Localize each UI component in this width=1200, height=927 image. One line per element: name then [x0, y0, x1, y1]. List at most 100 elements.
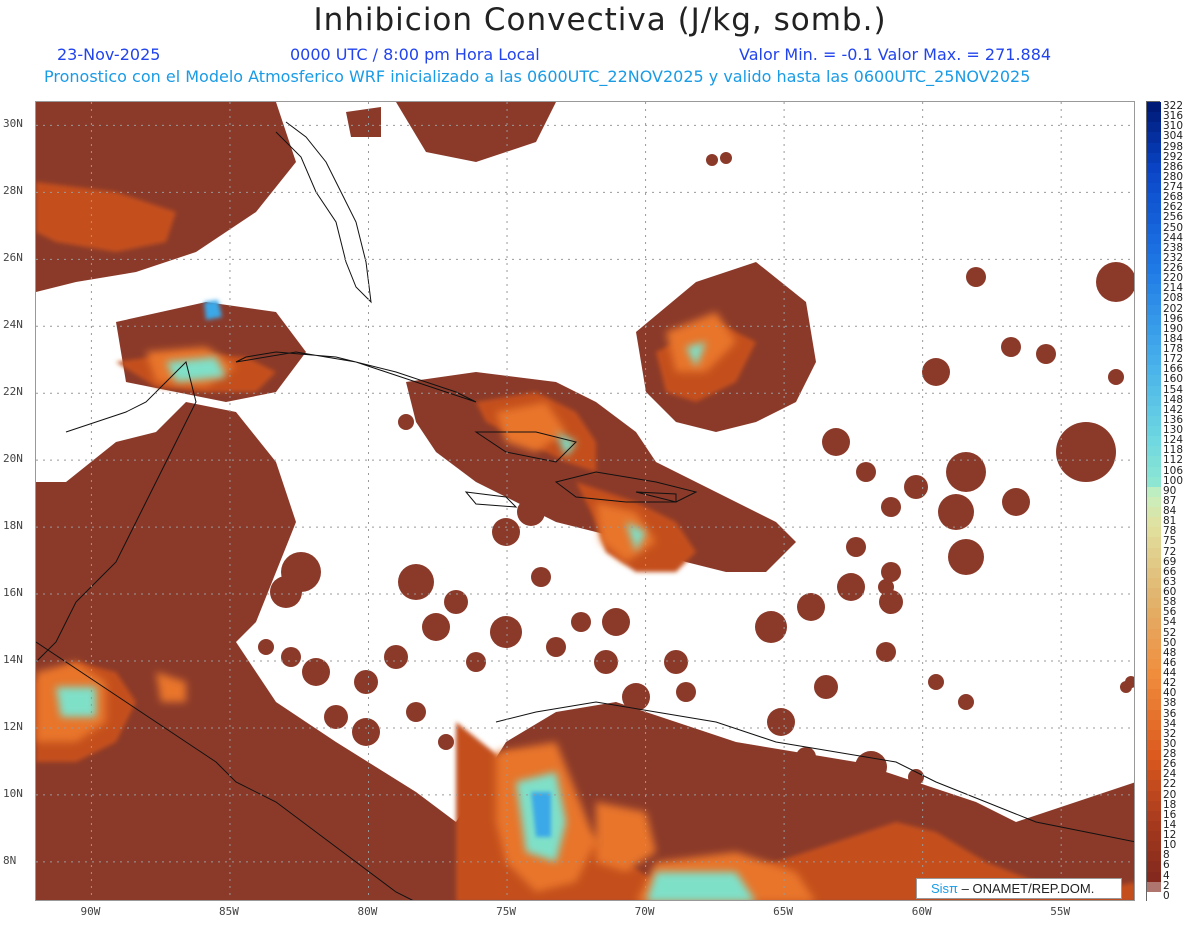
colorbar-swatch	[1147, 314, 1161, 326]
lon-tick-label: 65W	[773, 905, 794, 918]
credit-box: Sisπ – ONAMET/REP.DOM.	[916, 878, 1122, 899]
colorbar-swatch	[1147, 486, 1161, 498]
colorbar-label: 160	[1163, 373, 1184, 386]
colorbar-label: 112	[1163, 454, 1184, 467]
lat-tick-label: 14N	[3, 652, 23, 666]
colorbar-swatch	[1147, 496, 1161, 508]
lon-tick-label: 90W	[80, 905, 101, 918]
colorbar-swatch	[1147, 527, 1161, 538]
colorbar-swatch	[1147, 750, 1161, 761]
colorbar-swatch	[1147, 618, 1161, 630]
colorbar-swatch	[1147, 598, 1161, 609]
model-subtitle: Pronostico con el Modelo Atmosferico WRF…	[44, 67, 1031, 86]
colorbar-swatch	[1147, 102, 1161, 113]
colorbar-swatch	[1147, 132, 1161, 143]
colorbar-swatch	[1147, 264, 1161, 275]
colorbar-swatch	[1147, 436, 1161, 447]
value-range: Valor Min. = -0.1 Valor Max. = 271.884	[739, 45, 1052, 64]
lon-tick-label: 80W	[357, 905, 378, 918]
colorbar-swatch	[1147, 213, 1161, 225]
colorbar-swatch	[1147, 790, 1161, 802]
colorbar-swatch	[1147, 547, 1161, 559]
colorbar-swatch	[1147, 537, 1161, 549]
colorbar-swatch	[1147, 243, 1161, 255]
colorbar-label: 304	[1163, 130, 1184, 143]
colorbar-label: 0	[1163, 889, 1170, 902]
lat-tick-label: 12N	[3, 719, 23, 733]
colorbar-swatch	[1147, 841, 1161, 852]
colorbar-swatch	[1147, 274, 1161, 285]
cin-low-areas	[36, 102, 1134, 900]
map-title: Inhibicion Convectiva (J/kg, somb.)	[313, 2, 887, 38]
colorbar-swatch	[1147, 223, 1161, 235]
colorbar-label: 6	[1163, 859, 1170, 872]
credit-org: – ONAMET/REP.DOM.	[958, 881, 1095, 896]
lat-tick-label: 16N	[3, 586, 23, 600]
colorbar-swatch	[1147, 426, 1161, 437]
colorbar-swatch	[1147, 871, 1161, 883]
colorbar-swatch	[1147, 345, 1161, 356]
colorbar-swatch	[1147, 233, 1161, 245]
colorbar-swatch	[1147, 507, 1161, 518]
colorbar-label: 208	[1163, 292, 1184, 305]
colorbar-swatch	[1147, 881, 1161, 893]
colorbar	[1146, 101, 1161, 903]
lat-tick-label: 28N	[3, 184, 23, 198]
sis-logo: Sisπ	[931, 881, 959, 896]
lat-tick-label: 20N	[3, 452, 23, 466]
colorbar-swatch	[1147, 446, 1161, 457]
colorbar-swatch	[1147, 152, 1161, 164]
colorbar-swatch	[1147, 355, 1161, 366]
colorbar-swatch	[1147, 466, 1161, 478]
colorbar-swatch	[1147, 557, 1161, 569]
lon-tick-label: 55W	[1050, 905, 1071, 918]
colorbar-swatch	[1147, 172, 1161, 184]
colorbar-swatch	[1147, 648, 1161, 660]
colorbar-swatch	[1147, 284, 1161, 295]
colorbar-swatch	[1147, 385, 1161, 397]
colorbar-swatch	[1147, 658, 1161, 670]
colorbar-swatch	[1147, 638, 1161, 650]
colorbar-swatch	[1147, 375, 1161, 387]
colorbar-label: 75	[1163, 535, 1177, 548]
colorbar-swatch	[1147, 324, 1161, 336]
lon-tick-label: 75W	[496, 905, 516, 918]
cin-map	[35, 101, 1135, 901]
colorbar-swatch	[1147, 405, 1161, 417]
colorbar-swatch	[1147, 739, 1161, 751]
colorbar-label: 38	[1163, 697, 1177, 710]
colorbar-swatch	[1147, 810, 1161, 822]
lon-tick-label: 70W	[634, 905, 655, 918]
colorbar-swatch	[1147, 891, 1161, 903]
colorbar-swatch	[1147, 831, 1161, 842]
colorbar-swatch	[1147, 193, 1161, 204]
colorbar-swatch	[1147, 729, 1161, 741]
colorbar-swatch	[1147, 334, 1161, 346]
colorbar-swatch	[1147, 669, 1161, 680]
lat-tick-label: 8N	[3, 853, 17, 867]
colorbar-swatch	[1147, 567, 1161, 579]
colorbar-swatch	[1147, 162, 1161, 174]
colorbar-label: 22	[1163, 778, 1177, 791]
lat-tick-label: 22N	[3, 385, 23, 399]
colorbar-swatch	[1147, 719, 1161, 731]
colorbar-swatch	[1147, 709, 1161, 721]
colorbar-label: 256	[1163, 211, 1184, 224]
colorbar-swatch	[1147, 456, 1161, 468]
cin-field	[36, 102, 1134, 900]
colorbar-swatch	[1147, 122, 1161, 133]
colorbar-swatch	[1147, 304, 1161, 316]
colorbar-swatch	[1147, 699, 1161, 711]
colorbar-label: 54	[1163, 616, 1177, 629]
colorbar-swatch	[1147, 679, 1161, 690]
lon-tick-label: 85W	[219, 905, 239, 918]
colorbar-swatch	[1147, 780, 1161, 792]
colorbar-swatch	[1147, 183, 1161, 194]
colorbar-swatch	[1147, 588, 1161, 599]
lat-tick-label: 10N	[3, 786, 23, 800]
colorbar-swatch	[1147, 112, 1161, 123]
lat-tick-label: 18N	[3, 519, 23, 533]
colorbar-swatch	[1147, 861, 1161, 873]
colorbar-swatch	[1147, 415, 1161, 427]
colorbar-swatch	[1147, 608, 1161, 619]
